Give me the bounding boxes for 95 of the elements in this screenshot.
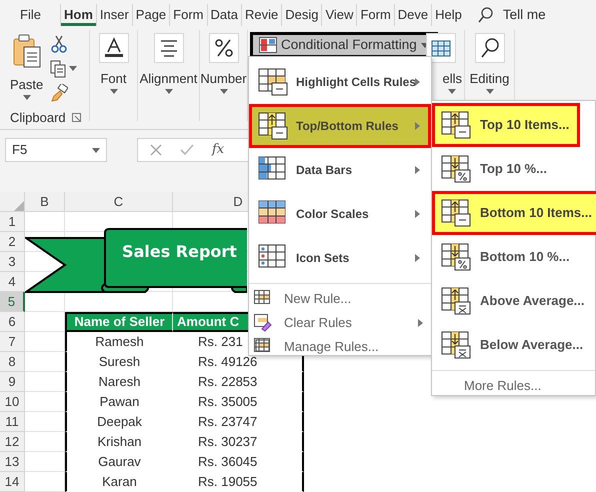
caret-icon[interactable] [110,88,118,94]
row-header[interactable]: 12 [0,432,25,452]
caret-icon[interactable] [486,88,494,94]
table-cell: Krishan [65,432,173,452]
table-cell: Suresh [65,352,173,372]
group-label: Clipboard [10,109,66,127]
menu-item[interactable]: Above Average... [432,279,596,323]
menu-item[interactable]: Top 10 Items... [432,103,580,147]
tell-me-field[interactable]: Tell me [502,4,546,26]
table-cell: Deepak [65,412,173,432]
row-header[interactable]: 5 [0,292,25,312]
row-header[interactable]: 8 [0,352,25,372]
table-cell: Rs. 30237 [173,432,304,452]
highlight-rules-icon [258,68,288,96]
caret-icon[interactable] [164,88,172,94]
dialog-launcher-icon[interactable] [72,113,82,122]
ribbon-tab[interactable]: View [321,4,356,26]
caret-icon[interactable] [448,88,456,94]
arrow-down-rule-icon [441,331,471,359]
top-bottom-rules-icon [258,112,288,140]
caret-icon[interactable] [69,66,77,71]
menu-item[interactable]: Below Average... [432,323,594,367]
cells-icon[interactable] [431,38,451,58]
font-button[interactable]: Font [100,69,126,88]
paste-icon[interactable] [12,33,42,69]
ribbon-tab[interactable]: Form [169,4,207,26]
editing-button[interactable]: Editing [470,69,510,88]
column-heading: Name of Seller [65,312,173,332]
menu-item[interactable]: Icon Sets [249,236,431,280]
menu-item[interactable]: Highlight Cells Rules [249,60,431,104]
ribbon-tab[interactable]: Help [431,4,465,26]
ribbon-tab[interactable]: Desig [281,4,322,26]
caret-icon[interactable] [92,148,100,152]
menu-item[interactable]: Data Bars [249,148,431,192]
table-cell: Pawan [65,392,173,412]
caret-icon[interactable] [22,94,31,100]
menu-item[interactable]: Bottom 10 %... [432,235,581,279]
row-header[interactable]: 6 [0,312,25,332]
paste-button[interactable]: Paste [10,75,44,94]
column-header[interactable]: C [65,192,173,212]
caret-icon[interactable] [220,88,228,94]
arrow-down-rule-icon [441,155,471,183]
scissors-icon[interactable] [50,35,68,53]
table-cell: Rs. 22853 [173,372,304,392]
ribbon-tab[interactable]: Data [206,4,241,26]
arrow-up-rule-icon [441,199,471,227]
font-icon[interactable] [102,37,124,59]
ribbon-tab[interactable]: Page [132,4,170,26]
table-cell: Rs. 19055 [173,472,304,492]
cells-button[interactable]: ells [442,69,462,88]
menu-item[interactable]: Bottom 10 Items... [432,191,596,235]
brush-icon[interactable] [50,84,68,102]
menu-item[interactable]: Top/Bottom Rules [249,104,431,148]
alignment-button[interactable]: Alignment [140,69,198,88]
row-header[interactable]: 1 [0,212,25,232]
copy-icon[interactable] [50,60,66,78]
ribbon-tab[interactable]: File [10,4,60,26]
row-header[interactable]: 4 [0,272,25,292]
table-cell: Rs. 23747 [173,412,304,432]
name-box[interactable]: F5 [5,138,107,162]
row-header[interactable]: 14 [0,472,25,492]
menu-item[interactable]: Top 10 %... [432,147,558,191]
number-button[interactable]: Number [200,69,247,88]
insert-function-button[interactable]: fx [212,140,224,160]
table-cell: Rs. 35005 [173,392,304,412]
arrow-down-rule-icon [441,243,471,271]
more-rules-link[interactable]: More Rules... [464,376,542,396]
ribbon-tab[interactable]: Revie [240,4,282,26]
row-header[interactable]: 9 [0,372,25,392]
row-header[interactable]: 2 [0,232,25,252]
row-header[interactable]: 3 [0,252,25,272]
table-cell: Rs. 36045 [173,452,304,472]
conditional-formatting-icon [259,37,277,53]
arrow-up-rule-icon [441,287,471,315]
ribbon-tab[interactable]: Hom [60,4,96,26]
arrow-up-rule-icon [441,111,471,139]
search-icon[interactable] [476,6,495,24]
ribbon-tab[interactable]: Deve [394,4,432,26]
search-icon[interactable] [478,37,500,59]
menu-item[interactable]: New Rule... [249,287,431,311]
percent-icon[interactable] [212,37,234,59]
column-header[interactable]: B [25,192,65,212]
ribbon-tab[interactable]: Form [356,4,394,26]
check-icon[interactable] [180,144,194,156]
eraser-icon [254,314,272,332]
ribbon-tab[interactable]: Inser [96,4,132,26]
row-header[interactable]: 10 [0,392,25,412]
row-header[interactable]: 11 [0,412,25,432]
table-cell: Gaurav [65,452,173,472]
row-header[interactable]: 13 [0,452,25,472]
table-cell: Naresh [65,372,173,392]
table-cell: Karan [65,472,173,492]
banner-title: Sales Report [121,241,238,263]
table-cell: Ramesh [65,332,173,352]
row-header[interactable]: 7 [0,332,25,352]
